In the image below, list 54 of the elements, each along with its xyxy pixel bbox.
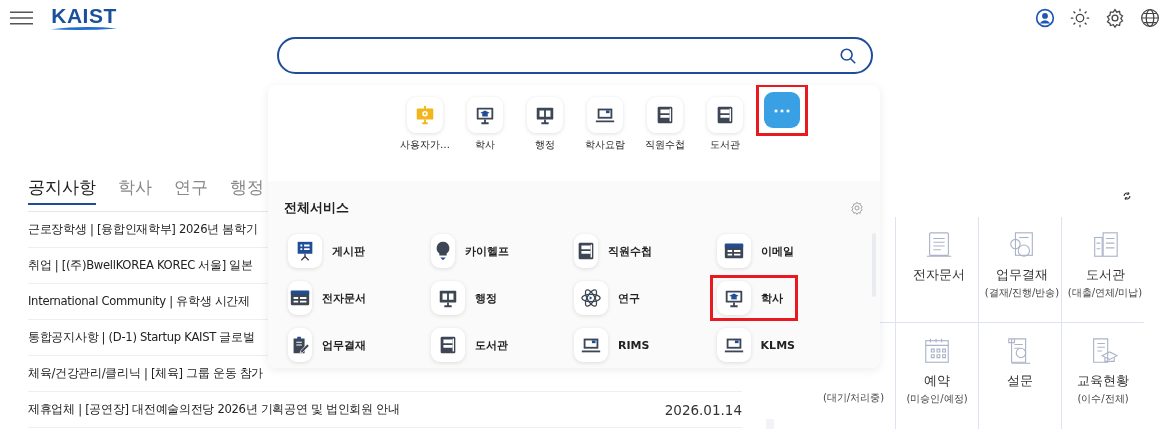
notice-link[interactable]: 제휴업체 | [공연장] 대전예술의전당 2026년 기획공연 및 법인회원 안내: [28, 402, 400, 417]
document-icon: [924, 230, 954, 260]
quick-menu-item[interactable]: 행정: [520, 94, 570, 155]
refresh-icon[interactable]: [1122, 191, 1132, 201]
service-item[interactable]: 연구: [567, 275, 655, 321]
service-item[interactable]: 전자문서: [281, 275, 369, 321]
notice-tab[interactable]: 연구: [174, 175, 208, 205]
notice-link[interactable]: 취업 | [(주)BwellKOREA KOREC 서울] 일본: [28, 258, 253, 273]
service-item[interactable]: 도서관: [424, 322, 512, 368]
notice-tab[interactable]: 공지사항: [28, 175, 96, 205]
monitor-gear-icon: [414, 104, 436, 126]
widget-label[interactable]: 예약: [924, 372, 950, 390]
service-item[interactable]: 업무결재: [281, 322, 369, 368]
atom-icon: [580, 287, 602, 309]
quick-menu-item[interactable]: 학사요람: [580, 94, 630, 155]
search-field[interactable]: [277, 37, 873, 74]
widget-label[interactable]: 업무결재: [996, 266, 1048, 284]
service-item[interactable]: KLMS: [710, 322, 798, 368]
notice-link[interactable]: International Community | 유학생 시간제: [28, 294, 250, 309]
widget-label[interactable]: 설문: [1007, 372, 1033, 390]
notice-link[interactable]: 근로장학생 | [융합인재학부] 2026년 봄학기: [28, 222, 258, 237]
service-item[interactable]: 이메일: [710, 228, 798, 274]
service-item[interactable]: 게시판: [281, 228, 369, 274]
menu-icon[interactable]: [10, 11, 33, 25]
service-item[interactable]: 직원수첩: [567, 228, 655, 274]
calendar-icon: [922, 336, 952, 366]
settings-icon[interactable]: [1105, 8, 1125, 28]
notice-tab[interactable]: 학사: [118, 175, 152, 205]
service-item[interactable]: 행정: [424, 275, 512, 321]
notice-link[interactable]: 체육/건강관리/클리닉 | [체육] 그룹 운동 참가: [28, 366, 264, 381]
globe-icon[interactable]: [1140, 8, 1160, 28]
quick-menu-item[interactable]: 학사: [460, 94, 510, 155]
notice-tab[interactable]: 행정: [230, 175, 264, 205]
quick-menu-item[interactable]: 직원수첩: [640, 94, 690, 155]
widget-label[interactable]: 전자문서: [913, 266, 965, 284]
widget-label[interactable]: 도서관: [1085, 266, 1125, 284]
widget-sublabel: (대출/연체/미납): [1067, 286, 1143, 300]
widget-sublabel: (이수/전체): [1077, 392, 1129, 406]
kaist-logo[interactable]: KAIST: [45, 5, 123, 31]
section-title: 전체서비스: [284, 199, 349, 217]
quick-menu-item[interactable]: 도서관: [700, 94, 750, 155]
widget-label[interactable]: 교육현황: [1077, 372, 1129, 390]
notice-link[interactable]: 통합공지사항 | (D-1) Startup KAIST 글로벌: [28, 330, 255, 345]
quick-menu-item[interactable]: 사용자가…: [400, 94, 450, 155]
widget-sublabel: (대기/처리중): [822, 391, 885, 405]
sun-icon[interactable]: [1070, 8, 1090, 28]
user-icon[interactable]: [1035, 8, 1055, 28]
service-item[interactable]: RIMS: [567, 322, 655, 368]
search-icon[interactable]: [839, 46, 857, 65]
service-item[interactable]: 학사: [710, 275, 798, 321]
widget-sublabel: (미승인/예정): [906, 392, 968, 406]
service-item[interactable]: 카이헬프: [424, 228, 512, 274]
widget-sublabel: (결재/진행/반송): [984, 286, 1060, 300]
notice-date: 2026.01.14: [664, 401, 742, 418]
